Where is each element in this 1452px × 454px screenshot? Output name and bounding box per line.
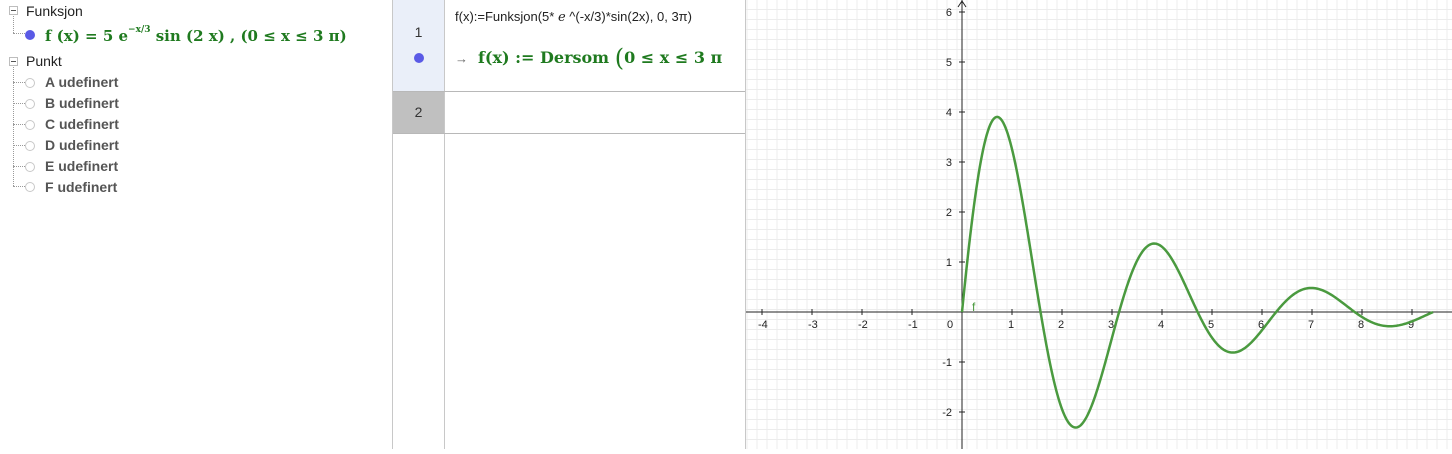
graphics-view[interactable]: -4 -3 -2 -1 0 1 2 3 4 5 6 7 8 9 6 5 4 3 2 1 -1 -2 f bbox=[746, 0, 1452, 450]
y-tick-label: 2 bbox=[946, 207, 952, 219]
point-a-item[interactable]: A udefinert bbox=[45, 74, 118, 90]
cas-row-1-output: → f(x) := Dersom (0 ≤ x ≤ 3 π bbox=[455, 44, 722, 72]
cas-row-2-number: 2 bbox=[414, 104, 423, 120]
cas-row-1-visibility-dot[interactable] bbox=[414, 53, 424, 63]
cas-row-1-input[interactable]: f(x):=Funksjon(5* e ^(-x/3)*sin(2x), 0, … bbox=[455, 9, 692, 25]
visibility-dot-e[interactable] bbox=[25, 162, 35, 172]
x-tick-label: -3 bbox=[808, 319, 818, 331]
cas-output-tail: 0 ≤ x ≤ 3 π bbox=[624, 48, 723, 67]
x-tick-label: 1 bbox=[1008, 319, 1014, 331]
cas-row-1-number: 1 bbox=[414, 24, 423, 40]
cas-output-paren: ( bbox=[614, 44, 625, 72]
visibility-dot-a[interactable] bbox=[25, 78, 35, 88]
cas-row-separator bbox=[393, 133, 745, 134]
visibility-dot-c[interactable] bbox=[25, 120, 35, 130]
y-tick-label: 6 bbox=[946, 7, 952, 19]
x-tick-label: -4 bbox=[758, 319, 768, 331]
y-tick-label: 1 bbox=[946, 257, 952, 269]
function-f-text-b: sin (2 x) , (0 ≤ x ≤ 3 π) bbox=[150, 27, 347, 45]
cas-output-arrow: → bbox=[455, 51, 468, 66]
cas-row-2-header[interactable]: 2 bbox=[393, 92, 444, 133]
x-tick-label: 5 bbox=[1208, 319, 1214, 331]
cas-row-gutter: 1 2 bbox=[393, 0, 445, 449]
cas-view: 1 2 f(x):=Funksjon(5* e ^(-x/3)*sin(2x),… bbox=[392, 0, 746, 449]
point-c-item[interactable]: C udefinert bbox=[45, 116, 119, 132]
cas-row-2-input[interactable] bbox=[446, 92, 745, 133]
visibility-dot-f[interactable] bbox=[25, 30, 35, 40]
x-tick-label: 2 bbox=[1058, 319, 1064, 331]
y-tick-label: 4 bbox=[946, 107, 952, 119]
cas-input-e: e bbox=[557, 10, 566, 25]
y-tick-label: 5 bbox=[946, 57, 952, 69]
point-e-item[interactable]: E udefinert bbox=[45, 158, 118, 174]
function-f-exponent: −x/3 bbox=[128, 25, 151, 35]
x-tick-label: -1 bbox=[908, 319, 918, 331]
x-tick-label: 0 bbox=[947, 319, 953, 331]
x-tick-label: 8 bbox=[1358, 319, 1364, 331]
x-tick-label: -2 bbox=[858, 319, 868, 331]
point-d-item[interactable]: D udefinert bbox=[45, 137, 119, 153]
x-tick-label: 7 bbox=[1308, 319, 1314, 331]
algebra-view: Funksjon f (x) = 5 e−x/3 sin (2 x) , (0 … bbox=[0, 0, 392, 449]
point-b-item[interactable]: B udefinert bbox=[45, 95, 119, 111]
point-f-item[interactable]: F udefinert bbox=[45, 179, 117, 195]
category-punkt[interactable]: Punkt bbox=[26, 53, 62, 69]
visibility-dot-f-point[interactable] bbox=[25, 182, 35, 192]
cas-output-text: f(x) := Dersom bbox=[478, 48, 615, 67]
cas-row-1-header[interactable]: 1 bbox=[393, 0, 444, 91]
collapse-punkt-toggle[interactable] bbox=[9, 57, 18, 66]
category-funksjon[interactable]: Funksjon bbox=[26, 3, 83, 19]
collapse-funksjon-toggle[interactable] bbox=[9, 6, 18, 15]
coordinate-plane[interactable]: -4 -3 -2 -1 0 1 2 3 4 5 6 7 8 9654321-1-2f bbox=[746, 0, 1452, 450]
visibility-dot-b[interactable] bbox=[25, 99, 35, 109]
visibility-dot-d[interactable] bbox=[25, 141, 35, 151]
cas-input-part-b: ^(-x/3)*sin(2x), 0, 3π) bbox=[565, 9, 692, 24]
y-tick-label: -1 bbox=[942, 357, 952, 369]
function-f-definition[interactable]: f (x) = 5 e−x/3 sin (2 x) , (0 ≤ x ≤ 3 π… bbox=[45, 25, 347, 45]
y-tick-label: -2 bbox=[942, 407, 952, 419]
x-tick-label: 4 bbox=[1158, 319, 1164, 331]
y-tick-label: 3 bbox=[946, 157, 952, 169]
cas-input-part-a: f(x):=Funksjon(5* bbox=[455, 9, 558, 24]
function-f-text-a: f (x) = 5 e bbox=[45, 27, 129, 45]
